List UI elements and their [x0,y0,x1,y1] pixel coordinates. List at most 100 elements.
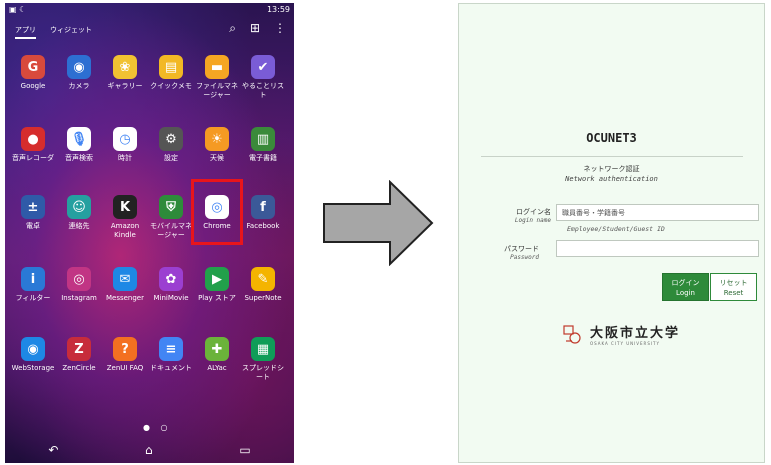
play-store-icon: ▶ [205,267,229,291]
app-messenger[interactable]: ✉ Messenger [102,267,148,303]
webstorage-icon: ◉ [21,337,45,361]
app-label: 電子書籍 [249,154,277,162]
shield-icon: ⛨ [159,195,183,219]
weather-icon: ☀ [205,127,229,151]
tab-widgets[interactable]: ウィジェット [50,25,92,39]
checklist-icon: ✔ [251,55,275,79]
status-bar: ▣ ☾ 13:59 [5,3,294,17]
app-label: Amazon Kindle [110,222,140,239]
drawer-toolbar: ⌕ ⊞ ⋮ [229,21,286,36]
app-label: クイックメモ [150,82,192,90]
app-alyac[interactable]: ✚ ALYac [194,337,240,373]
app-label: 天候 [210,154,224,162]
app-document[interactable]: ≡ ドキュメント [148,337,194,373]
app-supernote[interactable]: ✎ SuperNote [240,267,286,303]
app-instagram[interactable]: ◎ Instagram [56,267,102,303]
app-recorder[interactable]: ● 音声レコーダ [10,127,56,163]
subtitle-jp: ネットワーク認証 [583,165,640,173]
login-button-en: Login [676,289,695,297]
divider [481,156,743,157]
app-spreadsheet[interactable]: ▦ スプレッドシート [240,337,286,382]
app-weather[interactable]: ☀ 天候 [194,127,240,163]
filter-icon: i [21,267,45,291]
login-hint: Employee/Student/Guest ID [567,225,665,233]
login-button[interactable]: ログイン Login [662,273,709,301]
app-shield[interactable]: ⛨ モバイルマネージャー [148,195,194,240]
camera-icon: ◉ [67,55,91,79]
app-label: カメラ [68,82,90,90]
university-logo: 大阪市立大学 OSAKA CITY UNIVERSITY [563,322,680,346]
contacts-icon: ☺ [67,195,91,219]
app-contacts[interactable]: ☺ 連絡先 [56,195,102,231]
app-webstorage[interactable]: ◉ WebStorage [10,337,56,373]
app-label: WebStorage [11,364,55,372]
search-icon[interactable]: ⌕ [229,21,236,36]
minimovie-icon: ✿ [159,267,183,291]
app-camera[interactable]: ◉ カメラ [56,55,102,91]
app-label: Instagram [61,294,97,302]
app-label: 設定 [164,154,178,162]
chrome-highlight-box [191,179,243,245]
gallery-icon: ❀ [113,55,137,79]
phone-screen: ▣ ☾ 13:59 アプリ ウィジェット ⌕ ⊞ ⋮ G Google ◉ カメラ ❀ ギ… [5,3,294,463]
back-icon[interactable]: ↶ [48,443,58,457]
navigation-bar: ↶ ⌂ ▭ [5,437,294,463]
spreadsheet-icon: ▦ [251,337,275,361]
mic-icon: 🎙 [67,127,91,151]
tab-apps[interactable]: アプリ [15,25,36,39]
app-calculator[interactable]: ± 電卓 [10,195,56,231]
app-settings[interactable]: ⚙ 設定 [148,127,194,163]
app-label: MiniMovie [153,294,189,302]
app-filter[interactable]: i フィルター [10,267,56,303]
app-faq[interactable]: ? ZenUI FAQ [102,337,148,373]
app-clock[interactable]: ◷ 時計 [102,127,148,163]
app-drawer-tabs: アプリ ウィジェット [15,25,92,39]
home-icon[interactable]: ⌂ [145,443,153,457]
calculator-icon: ± [21,195,45,219]
app-label: 音声レコーダ [12,154,54,162]
memo-icon: ▤ [159,55,183,79]
notification-icons: ▣ ☾ [9,5,27,14]
reset-button[interactable]: リセット Reset [710,273,757,301]
page-indicator: ● ○ [143,423,172,432]
recents-icon[interactable]: ▭ [239,443,250,457]
app-memo[interactable]: ▤ クイックメモ [148,55,194,91]
app-kindle[interactable]: K Amazon Kindle [102,195,148,240]
more-options-icon[interactable]: ⋮ [274,21,286,36]
login-name-label-en: Login name [514,217,551,224]
app-label: 音声検索 [65,154,93,162]
zencircle-icon: Z [67,337,91,361]
app-gallery[interactable]: ❀ ギャラリー [102,55,148,91]
app-label: ファイルマネージャー [196,82,238,99]
kindle-icon: K [113,195,137,219]
app-label: 時計 [118,154,132,162]
right-arrow-icon [323,180,434,266]
app-zencircle[interactable]: Z ZenCircle [56,337,102,373]
app-play-store[interactable]: ▶ Play ストア [194,267,240,303]
facebook-icon: f [251,195,275,219]
messenger-icon: ✉ [113,267,137,291]
app-label: ZenCircle [62,364,96,372]
google-icon: G [21,55,45,79]
app-label: Play ストア [198,294,236,302]
settings-icon: ⚙ [159,127,183,151]
app-facebook[interactable]: f Facebook [240,195,286,231]
university-name: 大阪市立大学 [590,326,681,341]
app-ebook[interactable]: ▥ 電子書籍 [240,127,286,163]
app-minimovie[interactable]: ✿ MiniMovie [148,267,194,303]
app-mic[interactable]: 🎙 音声検索 [56,127,102,163]
alyac-icon: ✚ [205,337,229,361]
clock-icon: ◷ [113,127,137,151]
password-input[interactable] [556,240,759,257]
app-checklist[interactable]: ✔ やることリスト [240,55,286,100]
app-folder[interactable]: ▬ ファイルマネージャー [194,55,240,100]
app-label: SuperNote [244,294,282,302]
app-google[interactable]: G Google [10,55,56,91]
grid-menu-icon[interactable]: ⊞ [250,21,260,36]
login-name-label: ログイン名 Login name [481,207,551,224]
recorder-icon: ● [21,127,45,151]
app-label: スプレッドシート [242,364,284,381]
app-label: ドキュメント [150,364,192,372]
login-name-input[interactable]: 職員番号・学籍番号 [556,204,759,221]
supernote-icon: ✎ [251,267,275,291]
